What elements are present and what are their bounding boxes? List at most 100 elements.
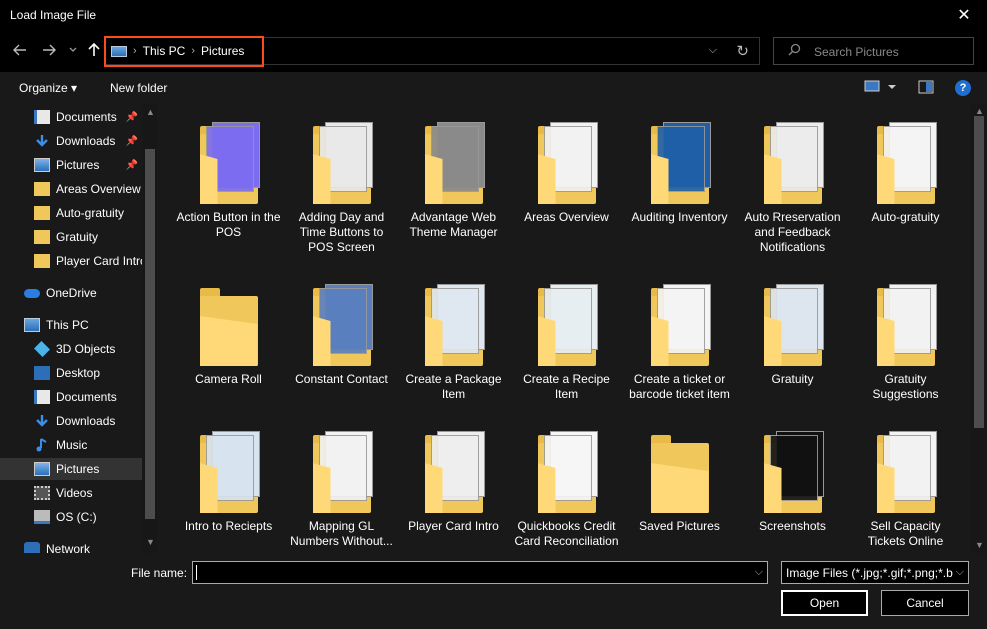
sidebar-item-areas-overview[interactable]: Areas Overview xyxy=(0,178,142,200)
folder-item[interactable]: Create a Recipe Item xyxy=(510,280,623,402)
folder-icon xyxy=(307,427,377,515)
scroll-up-icon[interactable]: ▲ xyxy=(146,107,155,117)
3d-objects-icon xyxy=(34,341,50,357)
cancel-button[interactable]: Cancel xyxy=(881,590,969,616)
chevron-down-icon[interactable] xyxy=(63,40,83,60)
folder-icon xyxy=(194,280,264,368)
sidebar-item-music[interactable]: Music xyxy=(0,434,142,456)
folder-item[interactable]: Saved Pictures xyxy=(623,427,736,534)
sidebar-item-gratuity[interactable]: Gratuity xyxy=(0,226,142,248)
arrow-left-icon[interactable] xyxy=(10,40,30,60)
sidebar-item-3d-objects[interactable]: 3D Objects xyxy=(0,338,142,360)
folder-item[interactable]: Gratuity xyxy=(736,280,849,387)
sidebar-item-this-pc[interactable]: This PC xyxy=(0,314,142,336)
folder-icon xyxy=(532,118,602,206)
file-name-label: File name: xyxy=(131,566,188,580)
sidebar-item-videos[interactable]: Videos xyxy=(0,482,142,504)
folder-item[interactable]: Mapping GL Numbers Without... xyxy=(285,427,398,549)
breadcrumb: › This PC › Pictures xyxy=(111,44,244,58)
folder-item[interactable]: Auditing Inventory xyxy=(623,118,736,225)
sidebar-item-pictures[interactable]: Pictures 📌 xyxy=(0,154,142,176)
folder-item[interactable]: Quickbooks Credit Card Reconciliation xyxy=(510,427,623,549)
sidebar-item-network[interactable]: Network xyxy=(0,538,142,553)
folder-item[interactable]: Sell Capacity Tickets Online xyxy=(849,427,962,549)
breadcrumb-pictures[interactable]: Pictures xyxy=(201,44,244,58)
sidebar-item-label: Videos xyxy=(56,486,93,500)
file-name-field[interactable]: ⌵ xyxy=(192,561,768,584)
folder-icon xyxy=(758,280,828,368)
address-dropdown-icon[interactable]: ⌵ xyxy=(709,44,717,57)
pictures-icon xyxy=(34,158,50,172)
folder-item[interactable]: Action Button in the POS xyxy=(172,118,285,240)
content-scrollbar[interactable]: ▲ ▼ xyxy=(971,104,987,553)
scroll-down-icon[interactable]: ▼ xyxy=(975,540,984,550)
sidebar-item-label: Auto-gratuity xyxy=(56,206,125,220)
folder-item[interactable]: Create a Package Item xyxy=(397,280,510,402)
preview-pane-icon[interactable] xyxy=(918,80,934,97)
sidebar-item-label: 3D Objects xyxy=(56,342,116,356)
arrow-up-icon[interactable] xyxy=(84,40,104,60)
folder-item[interactable]: Camera Roll xyxy=(172,280,285,387)
folder-item[interactable]: Constant Contact xyxy=(285,280,398,387)
chevron-right-icon[interactable]: › xyxy=(133,45,137,57)
folder-icon xyxy=(419,118,489,206)
organize-button[interactable]: Organize ▾ xyxy=(19,81,77,95)
folder-name: Create a Package Item xyxy=(405,372,502,401)
folder-item[interactable]: Create a ticket or barcode ticket item xyxy=(623,280,736,402)
sidebar-item-auto-gratuity[interactable]: Auto-gratuity xyxy=(0,202,142,224)
arrow-right-icon[interactable] xyxy=(39,40,59,60)
folder-icon xyxy=(645,280,715,368)
help-icon[interactable]: ? xyxy=(955,80,971,96)
folder-name: Constant Contact xyxy=(295,372,388,386)
scroll-down-icon[interactable]: ▼ xyxy=(146,537,155,547)
folder-name: Intro to Reciepts xyxy=(184,519,273,533)
sidebar-item-label: Player Card Intro xyxy=(56,254,142,268)
folder-icon xyxy=(645,118,715,206)
videos-icon xyxy=(34,486,50,500)
folder-name: Gratuity Suggestions xyxy=(872,372,939,401)
sidebar-item-pictures[interactable]: Pictures xyxy=(0,458,142,480)
chevron-down-icon[interactable]: ⌵ xyxy=(953,566,964,579)
chevron-right-icon[interactable]: › xyxy=(191,45,195,57)
folder-item[interactable]: Screenshots xyxy=(736,427,849,534)
folder-name: Create a Recipe Item xyxy=(523,372,610,401)
folder-item[interactable]: Intro to Reciepts xyxy=(172,427,285,534)
sidebar-item-documents[interactable]: Documents 📌 xyxy=(0,106,142,128)
folder-item[interactable]: Adding Day and Time Buttons to POS Scree… xyxy=(285,118,398,255)
sidebar-item-os-c[interactable]: OS (C:) xyxy=(0,506,142,528)
folder-icon xyxy=(871,118,941,206)
sidebar-item-downloads[interactable]: Downloads xyxy=(0,410,142,432)
search-box[interactable]: Search Pictures xyxy=(773,37,974,65)
folder-name: Quickbooks Credit Card Reconciliation xyxy=(514,519,619,548)
folder-item[interactable]: Gratuity Suggestions xyxy=(849,280,962,402)
open-button[interactable]: Open xyxy=(781,590,868,616)
refresh-icon[interactable]: ↻ xyxy=(736,42,749,60)
address-bar[interactable]: › This PC › Pictures ⌵ ↻ xyxy=(104,37,760,65)
folder-item[interactable]: Player Card Intro xyxy=(397,427,510,534)
folder-item[interactable]: Auto-gratuity xyxy=(849,118,962,225)
folder-item[interactable]: Areas Overview xyxy=(510,118,623,225)
content-scroll-thumb[interactable] xyxy=(974,116,984,428)
sidebar-item-player-card-intro[interactable]: Player Card Intro xyxy=(0,250,142,272)
search-input[interactable]: Search Pictures xyxy=(814,45,899,59)
folder-item[interactable]: Advantage Web Theme Manager xyxy=(397,118,510,240)
sidebar-item-label: OS (C:) xyxy=(56,510,97,524)
folder-name: Player Card Intro xyxy=(408,519,499,533)
chevron-down-icon[interactable]: ⌵ xyxy=(755,566,763,579)
sidebar-scroll-thumb[interactable] xyxy=(145,149,155,519)
file-type-select[interactable]: Image Files (*.jpg;*.gif;*.png;*.b ⌵ xyxy=(781,561,969,584)
folder-item[interactable]: Auto Rreservation and Feedback Notificat… xyxy=(736,118,849,255)
sidebar-scrollbar[interactable]: ▲ ▼ xyxy=(143,104,157,553)
folder-name: Adding Day and Time Buttons to POS Scree… xyxy=(298,210,385,254)
sidebar-item-downloads[interactable]: Downloads 📌 xyxy=(0,130,142,152)
breadcrumb-this-pc[interactable]: This PC xyxy=(143,44,186,58)
scroll-up-icon[interactable]: ▲ xyxy=(975,106,984,116)
folder-name: Auto Rreservation and Feedback Notificat… xyxy=(744,210,841,254)
close-icon[interactable]: ✕ xyxy=(941,0,987,30)
change-view-icon[interactable] xyxy=(864,80,898,97)
sidebar-item-documents[interactable]: Documents xyxy=(0,386,142,408)
sidebar-item-onedrive[interactable]: OneDrive xyxy=(0,282,142,304)
sidebar-item-desktop[interactable]: Desktop xyxy=(0,362,142,384)
new-folder-button[interactable]: New folder xyxy=(110,81,167,95)
folder-icon xyxy=(307,280,377,368)
